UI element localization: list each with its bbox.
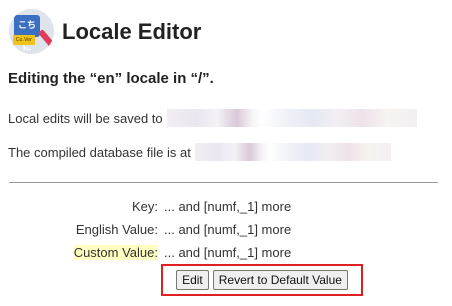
redacted-save-path	[166, 109, 417, 127]
logo-badge: こちに	[14, 15, 40, 53]
divider	[9, 182, 438, 183]
key-value: ... and [numf,_1] more	[164, 199, 292, 214]
save-location-info: Local edits will be saved to	[8, 109, 417, 127]
action-buttons-group: Edit Revert to Default Value	[161, 264, 363, 296]
custom-value-label-colon: :	[154, 245, 158, 260]
locale-editor-logo-icon: こちに Co.Ver	[9, 9, 54, 54]
custom-value: ... and [numf,_1] more	[164, 245, 292, 260]
edit-button[interactable]: Edit	[176, 270, 209, 290]
app-title: Locale Editor	[62, 18, 202, 44]
revert-to-default-button[interactable]: Revert to Default Value	[212, 270, 348, 290]
key-label: Key:	[131, 199, 158, 214]
database-location-info: The compiled database file is at	[8, 143, 391, 161]
page-heading: Editing the “en” locale in “/”.	[8, 70, 214, 87]
pen-icon	[38, 29, 54, 50]
custom-value-label: Custom Value:	[8, 245, 158, 260]
logo-tag: Co.Ver	[13, 35, 35, 45]
save-location-label: Local edits will be saved to	[8, 110, 163, 126]
redacted-database-path	[194, 143, 391, 161]
app-header: こちに Co.Ver Locale Editor	[9, 9, 201, 54]
custom-value-label-text: Custom Value	[73, 245, 155, 260]
english-value-label: English Value:	[75, 222, 158, 237]
database-location-label: The compiled database file is at	[8, 144, 191, 160]
english-value: ... and [numf,_1] more	[164, 222, 292, 237]
